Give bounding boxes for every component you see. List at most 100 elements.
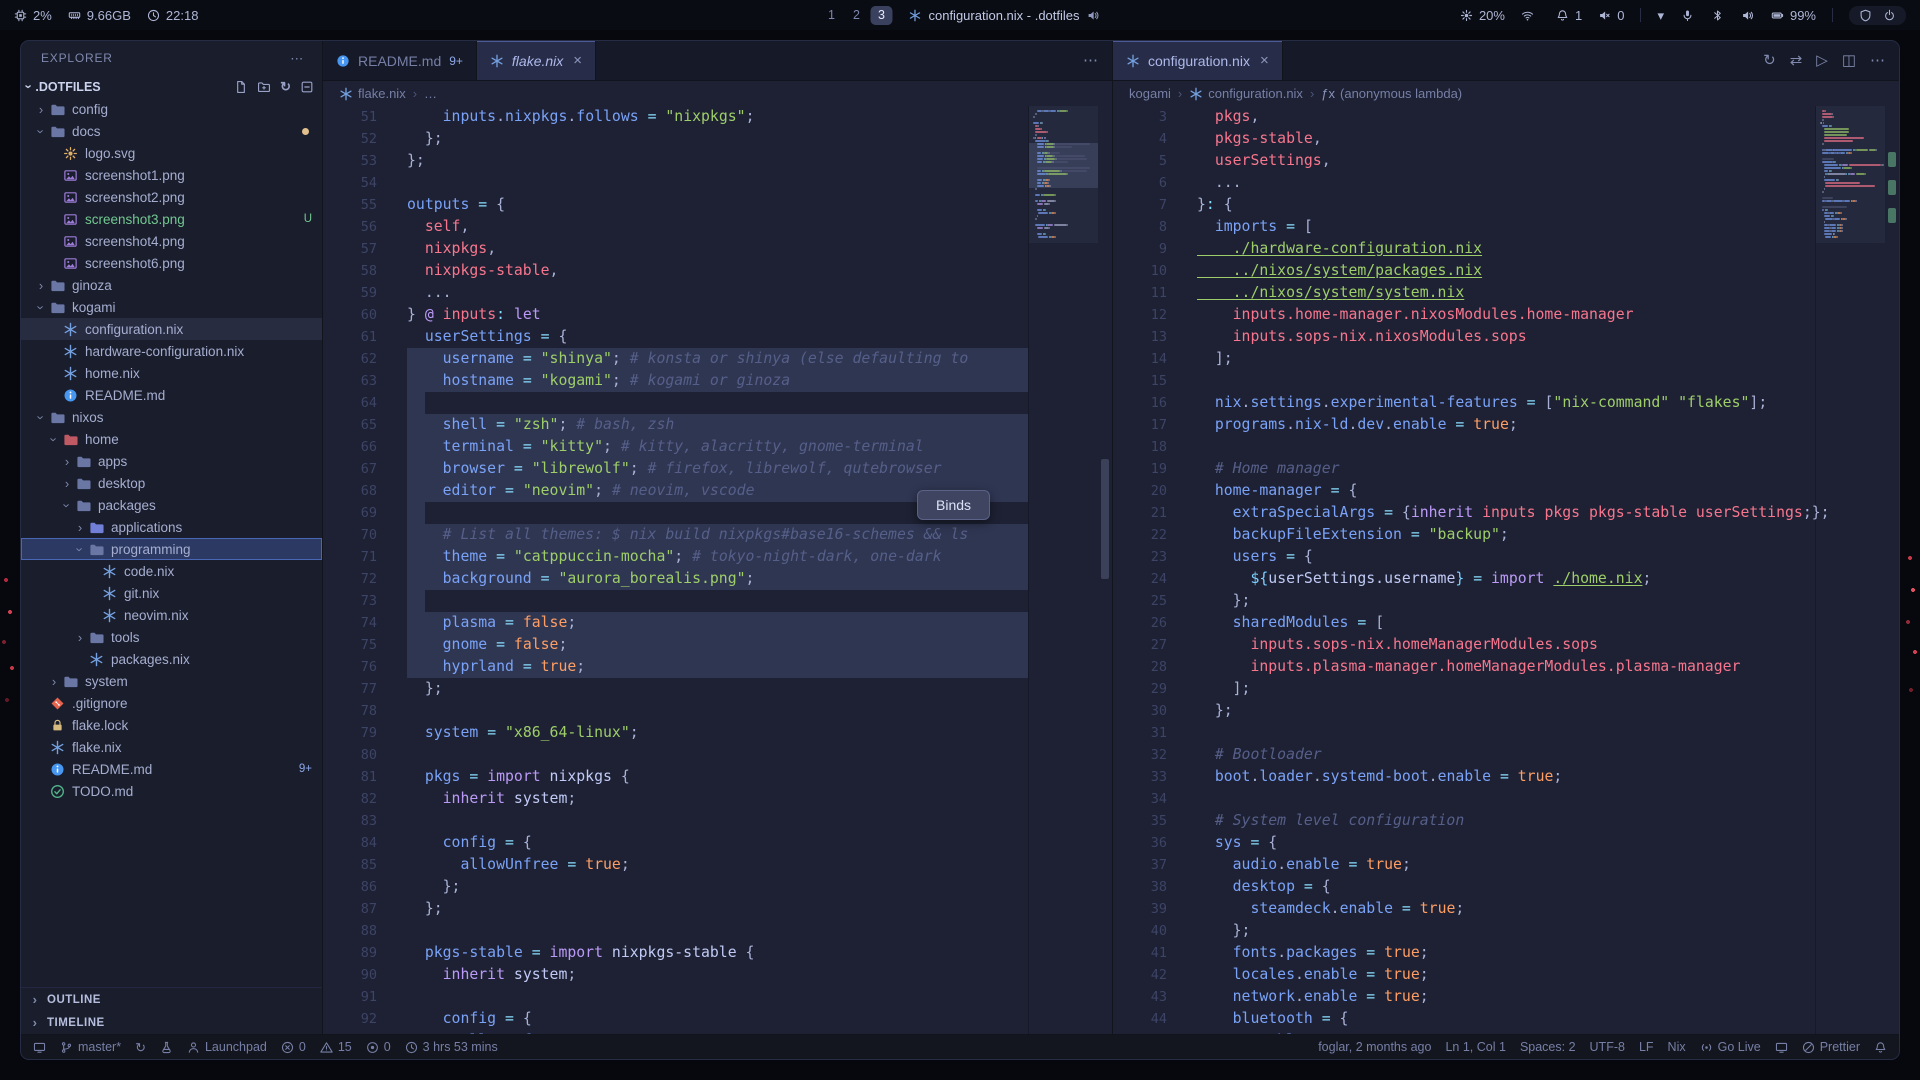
ellipsis-icon[interactable]: ⋯ — [1083, 52, 1098, 70]
code-content-left[interactable]: 51 inputs.nixpkgs.follows = "nixpkgs";52… — [323, 106, 1112, 1034]
status-time-tracker[interactable]: 3 hrs 53 mins — [405, 1040, 498, 1054]
status-go-live[interactable]: Go Live — [1700, 1040, 1761, 1054]
close-icon[interactable]: × — [1260, 53, 1269, 68]
tree-item-screenshot4.png[interactable]: screenshot4.png — [21, 230, 322, 252]
tree-item-screenshot2.png[interactable]: screenshot2.png — [21, 186, 322, 208]
tree-root-folder[interactable]: › .DOTFILES ↻ — [21, 75, 322, 98]
tree-item-screenshot6.png[interactable]: screenshot6.png — [21, 252, 322, 274]
tree-item-readme.md[interactable]: README.md9+ — [21, 758, 322, 780]
chevron-right-icon[interactable]: › — [33, 279, 49, 292]
history-icon[interactable]: ↻ — [1763, 52, 1776, 70]
editor-left[interactable]: 51 inputs.nixpkgs.follows = "nixpkgs";52… — [323, 106, 1112, 1034]
more-icon[interactable]: ⋯ — [1870, 52, 1885, 70]
tree-item-applications[interactable]: ›applications — [21, 516, 322, 538]
status-eol[interactable]: LF — [1639, 1040, 1654, 1054]
tree-item-config[interactable]: ›config — [21, 98, 322, 120]
tree-item-tools[interactable]: ›tools — [21, 626, 322, 648]
tree-item-todo.md[interactable]: TODO.md — [21, 780, 322, 802]
breadcrumbs-left[interactable]: flake.nix›… — [323, 81, 1112, 106]
tree-item-ginoza[interactable]: ›ginoza — [21, 274, 322, 296]
minimap-left[interactable] — [1028, 106, 1098, 1034]
tree-item-apps[interactable]: ›apps — [21, 450, 322, 472]
status-notifications[interactable] — [1874, 1041, 1887, 1054]
screen-lock[interactable] — [1859, 9, 1872, 22]
battery[interactable]: 99% — [1771, 8, 1816, 23]
tree-item-screenshot3.png[interactable]: screenshot3.pngU — [21, 208, 322, 230]
status-launchpad[interactable]: Launchpad — [187, 1040, 267, 1054]
minimap-right[interactable] — [1815, 106, 1885, 1034]
close-icon[interactable]: × — [573, 53, 582, 68]
chevron-down-icon[interactable]: › — [48, 431, 61, 447]
scrollbar-right[interactable] — [1885, 106, 1899, 1034]
breadcrumb-flake.nix[interactable]: flake.nix — [339, 86, 406, 101]
status-remote-window[interactable] — [33, 1041, 46, 1054]
breadcrumb-configuration.nix[interactable]: configuration.nix — [1189, 86, 1303, 101]
status-encoding[interactable]: UTF-8 — [1590, 1040, 1625, 1054]
tree-item-code.nix[interactable]: code.nix — [21, 560, 322, 582]
tree-item-flake.lock[interactable]: flake.lock — [21, 714, 322, 736]
tree-item-screenshot1.png[interactable]: screenshot1.png — [21, 164, 322, 186]
chevron-down-icon[interactable]: › — [74, 541, 87, 557]
status-indentation[interactable]: Spaces: 2 — [1520, 1040, 1576, 1054]
split-icon[interactable]: ◫ — [1842, 52, 1856, 70]
breadcrumbs-right[interactable]: kogami›configuration.nix›ƒx(anonymous la… — [1113, 81, 1899, 106]
compare-icon[interactable]: ⇄ — [1790, 52, 1803, 70]
workspace-1[interactable]: 1 — [820, 6, 842, 25]
run-icon[interactable]: ▷ — [1816, 52, 1828, 70]
status-tests[interactable] — [160, 1041, 173, 1054]
tree-item-home[interactable]: ›home — [21, 428, 322, 450]
tree-item-programming[interactable]: ›programming — [21, 538, 322, 560]
tree-item-packages.nix[interactable]: packages.nix — [21, 648, 322, 670]
chevron-down-icon[interactable]: › — [23, 84, 36, 88]
new-file-icon[interactable] — [234, 80, 248, 94]
tab-flake.nix[interactable]: flake.nix× — [477, 41, 596, 80]
tree-item-configuration.nix[interactable]: configuration.nix — [21, 318, 322, 340]
tree-item-hardware-configuration.nix[interactable]: hardware-configuration.nix — [21, 340, 322, 362]
collapse-all-icon[interactable] — [300, 80, 314, 94]
code-content-right[interactable]: 3 pkgs,4 pkgs-stable,5 userSettings,6 ..… — [1113, 106, 1899, 1034]
breadcrumb--[interactable]: … — [424, 86, 437, 101]
chevron-down-icon[interactable]: › — [61, 497, 74, 513]
workspace-switcher[interactable]: 123 — [820, 6, 892, 25]
refresh-icon[interactable]: ↻ — [280, 80, 291, 93]
tray-mic[interactable] — [1681, 9, 1700, 22]
chevron-down-icon[interactable]: › — [35, 123, 48, 139]
tree-item-system[interactable]: ›system — [21, 670, 322, 692]
breadcrumb--anonymous-lambda-[interactable]: ƒx(anonymous lambda) — [1321, 86, 1462, 101]
chevron-right-icon[interactable]: › — [72, 631, 88, 644]
breadcrumb-kogami[interactable]: kogami — [1129, 86, 1171, 101]
editor-right[interactable]: 3 pkgs,4 pkgs-stable,5 userSettings,6 ..… — [1113, 106, 1899, 1034]
new-folder-icon[interactable] — [257, 80, 271, 94]
tree-item-flake.nix[interactable]: flake.nix — [21, 736, 322, 758]
workspace-2[interactable]: 2 — [845, 6, 867, 25]
chevron-down-icon[interactable]: › — [35, 299, 48, 315]
status-language-mode[interactable]: Nix — [1668, 1040, 1686, 1054]
timeline-section[interactable]: › TIMELINE — [21, 1011, 322, 1034]
status-ports[interactable]: 0 — [366, 1040, 391, 1054]
tree-item-kogami[interactable]: ›kogami — [21, 296, 322, 318]
tree-item-home.nix[interactable]: home.nix — [21, 362, 322, 384]
chevron-right-icon[interactable]: › — [33, 103, 49, 116]
status-problems-warnings[interactable]: 15 — [320, 1040, 352, 1054]
tray-expand[interactable]: ▾ — [1657, 9, 1670, 22]
tree-item-nixos[interactable]: ›nixos — [21, 406, 322, 428]
tray-bluetooth[interactable] — [1711, 9, 1730, 22]
chevron-down-icon[interactable]: › — [35, 409, 48, 425]
scrollbar-left[interactable] — [1098, 106, 1112, 1034]
tree-item-packages[interactable]: ›packages — [21, 494, 322, 516]
status-problems-errors[interactable]: 0 — [281, 1040, 306, 1054]
tree-item-docs[interactable]: ›docs — [21, 120, 322, 142]
outline-section[interactable]: › OUTLINE — [21, 988, 322, 1011]
chevron-right-icon[interactable]: › — [72, 521, 88, 534]
tab-configuration.nix[interactable]: configuration.nix× — [1113, 41, 1283, 80]
chevron-right-icon[interactable]: › — [46, 675, 62, 688]
status-git-sync[interactable]: ↻ — [135, 1041, 146, 1054]
status-prettier[interactable]: Prettier — [1802, 1040, 1860, 1054]
tree-item-desktop[interactable]: ›desktop — [21, 472, 322, 494]
workspace-3[interactable]: 3 — [870, 6, 892, 25]
explorer-more-actions-icon[interactable]: ⋯ — [290, 52, 304, 65]
tree-item-git.nix[interactable]: git.nix — [21, 582, 322, 604]
tree-item-logo.svg[interactable]: logo.svg — [21, 142, 322, 164]
tray-volume[interactable] — [1741, 9, 1760, 22]
chevron-right-icon[interactable]: › — [59, 455, 75, 468]
